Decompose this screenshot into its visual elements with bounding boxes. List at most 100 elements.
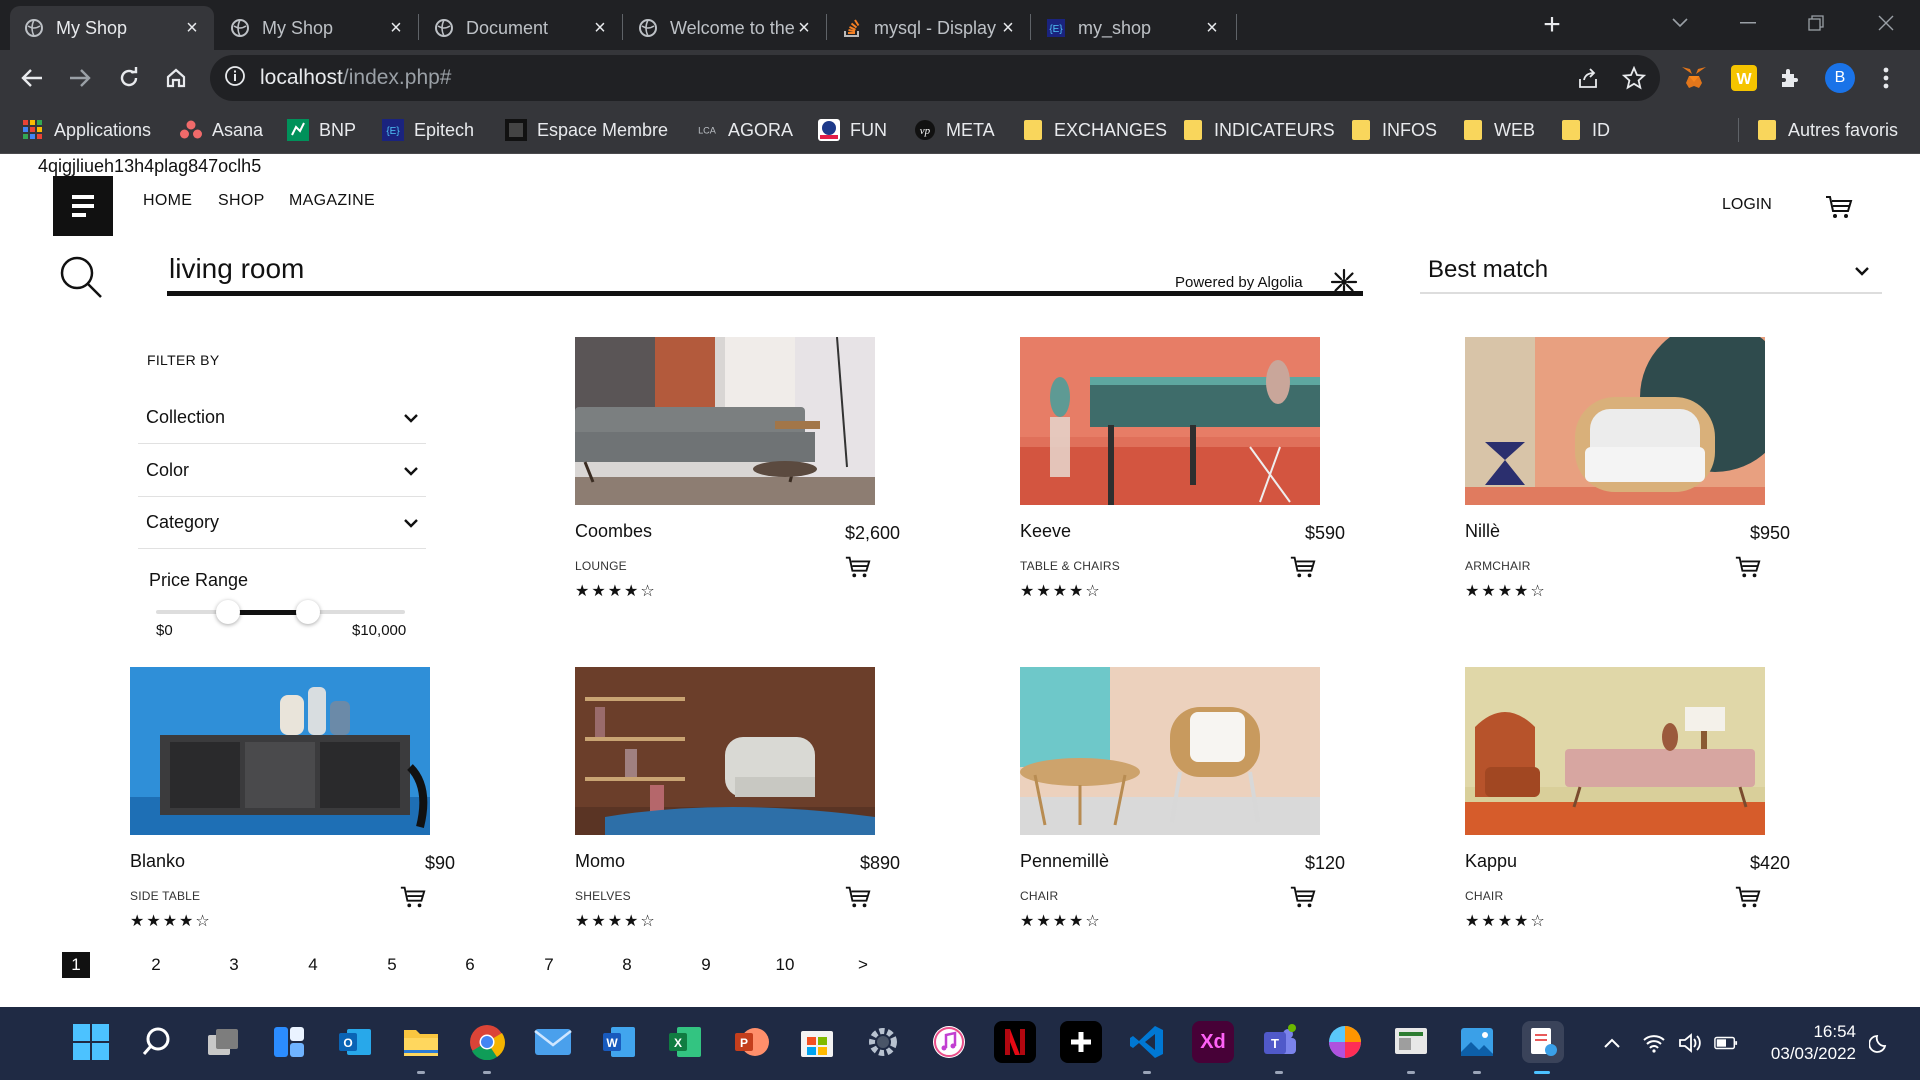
search-icon[interactable] bbox=[58, 254, 104, 300]
product-name[interactable]: Momo bbox=[575, 851, 625, 872]
mail-icon[interactable] bbox=[532, 1021, 574, 1063]
page-7[interactable]: 7 bbox=[534, 952, 564, 978]
screen-app-icon[interactable] bbox=[1390, 1021, 1432, 1063]
volume-icon[interactable] bbox=[1678, 1031, 1702, 1055]
bookmark-star-icon[interactable] bbox=[1618, 62, 1650, 94]
home-icon[interactable] bbox=[160, 62, 192, 94]
more-menu-icon[interactable] bbox=[1870, 62, 1902, 94]
add-to-cart-icon[interactable] bbox=[1289, 553, 1317, 581]
bookmark-meta[interactable]: vp META bbox=[914, 116, 995, 144]
metamask-icon[interactable] bbox=[1678, 62, 1710, 94]
moon-do-not-disturb-icon[interactable] bbox=[1868, 1031, 1892, 1055]
tab-welcome[interactable]: Welcome to the ad × bbox=[624, 6, 826, 50]
bookmark-web[interactable]: WEB bbox=[1462, 116, 1535, 144]
teams-icon[interactable]: T bbox=[1258, 1021, 1300, 1063]
product-card-kappu[interactable]: Kappu $420 CHAIR ★★★★☆ bbox=[1465, 667, 1790, 937]
bookmark-other-favorites[interactable]: Autres favoris bbox=[1756, 116, 1898, 144]
page-2[interactable]: 2 bbox=[141, 952, 171, 978]
add-to-cart-icon[interactable] bbox=[844, 553, 872, 581]
hamburger-menu-button[interactable] bbox=[53, 176, 113, 236]
settings-gear-icon[interactable] bbox=[862, 1021, 904, 1063]
task-view-icon[interactable] bbox=[202, 1021, 244, 1063]
bookmark-infos[interactable]: INFOS bbox=[1350, 116, 1437, 144]
color-app-icon[interactable] bbox=[1324, 1021, 1366, 1063]
widgets-icon[interactable] bbox=[268, 1021, 310, 1063]
netflix-icon[interactable] bbox=[994, 1021, 1036, 1063]
nav-magazine[interactable]: MAGAZINE bbox=[289, 192, 375, 210]
plus-app-icon[interactable] bbox=[1060, 1021, 1102, 1063]
powerpoint-icon[interactable]: P bbox=[730, 1021, 772, 1063]
bookmark-fun[interactable]: FUN bbox=[818, 116, 887, 144]
snipping-tool-icon[interactable] bbox=[1522, 1021, 1564, 1063]
bookmark-agora[interactable]: LCA AGORA bbox=[696, 116, 793, 144]
bookmark-applications[interactable]: Applications bbox=[22, 116, 151, 144]
extensions-puzzle-icon[interactable] bbox=[1774, 62, 1806, 94]
product-name[interactable]: Pennemillè bbox=[1020, 851, 1109, 872]
product-name[interactable]: Nillè bbox=[1465, 521, 1500, 542]
product-name[interactable]: Kappu bbox=[1465, 851, 1517, 872]
close-icon[interactable]: × bbox=[998, 17, 1018, 39]
product-card-pennemille[interactable]: Pennemillè $120 CHAIR ★★★★☆ bbox=[1020, 667, 1345, 937]
close-icon[interactable]: × bbox=[794, 17, 814, 39]
back-arrow-icon[interactable] bbox=[16, 62, 48, 94]
photos-icon[interactable] bbox=[1456, 1021, 1498, 1063]
windows-start-icon[interactable] bbox=[70, 1021, 112, 1063]
reload-icon[interactable] bbox=[113, 62, 145, 94]
product-card-coombes[interactable]: Coombes $2,600 LOUNGE ★★★★☆ bbox=[575, 337, 900, 607]
product-card-momo[interactable]: Momo $890 SHELVES ★★★★☆ bbox=[575, 667, 900, 937]
tab-my-shop-2[interactable]: My Shop × bbox=[216, 6, 418, 50]
product-image[interactable] bbox=[1020, 667, 1320, 835]
bookmark-epitech[interactable]: {E} Epitech bbox=[382, 116, 474, 144]
tab-my-shop-php[interactable]: {E} my_shop × bbox=[1032, 6, 1234, 50]
profile-avatar[interactable]: B bbox=[1824, 62, 1856, 94]
product-image[interactable] bbox=[575, 667, 875, 835]
bookmark-bnp[interactable]: BNP bbox=[287, 116, 356, 144]
price-min-handle[interactable] bbox=[216, 600, 241, 624]
product-image[interactable] bbox=[1465, 337, 1765, 505]
cart-icon[interactable] bbox=[1824, 192, 1854, 222]
filter-category[interactable]: Category bbox=[138, 497, 426, 549]
close-icon[interactable]: × bbox=[386, 17, 406, 39]
nav-shop[interactable]: SHOP bbox=[218, 192, 265, 210]
close-icon[interactable]: × bbox=[590, 17, 610, 39]
microsoft-store-icon[interactable] bbox=[796, 1021, 838, 1063]
page-5[interactable]: 5 bbox=[377, 952, 407, 978]
product-image[interactable] bbox=[130, 667, 430, 835]
product-name[interactable]: Blanko bbox=[130, 851, 185, 872]
page-1[interactable]: 1 bbox=[62, 952, 90, 978]
sort-select[interactable]: Best match bbox=[1420, 248, 1882, 294]
add-to-cart-icon[interactable] bbox=[844, 883, 872, 911]
product-image[interactable] bbox=[575, 337, 875, 505]
filter-collection[interactable]: Collection bbox=[138, 392, 426, 444]
close-window-icon[interactable] bbox=[1866, 8, 1906, 38]
excel-icon[interactable]: X bbox=[664, 1021, 706, 1063]
wifi-icon[interactable] bbox=[1642, 1031, 1666, 1055]
login-link[interactable]: LOGIN bbox=[1722, 196, 1772, 214]
word-icon[interactable]: W bbox=[598, 1021, 640, 1063]
w-extension-icon[interactable]: W bbox=[1728, 62, 1760, 94]
bookmark-exchanges[interactable]: EXCHANGES bbox=[1022, 116, 1167, 144]
bookmark-espace-membre[interactable]: Espace Membre bbox=[505, 116, 668, 144]
add-to-cart-icon[interactable] bbox=[1289, 883, 1317, 911]
bookmark-id[interactable]: ID bbox=[1560, 116, 1610, 144]
price-max-handle[interactable] bbox=[295, 600, 320, 624]
product-name[interactable]: Keeve bbox=[1020, 521, 1071, 542]
forward-arrow-icon[interactable] bbox=[64, 62, 96, 94]
page-10[interactable]: 10 bbox=[770, 952, 800, 978]
outlook-icon[interactable]: O bbox=[334, 1021, 376, 1063]
show-hidden-icons-chevron-icon[interactable] bbox=[1600, 1031, 1624, 1055]
tab-search-chevron-icon[interactable] bbox=[1660, 8, 1700, 38]
close-icon[interactable]: × bbox=[1202, 17, 1222, 39]
file-explorer-icon[interactable] bbox=[400, 1021, 442, 1063]
tab-my-shop-1[interactable]: My Shop × bbox=[10, 6, 214, 50]
restore-icon[interactable] bbox=[1796, 8, 1836, 38]
algolia-badge[interactable]: Powered by Algolia bbox=[1175, 267, 1359, 297]
product-card-nille[interactable]: Nillè $950 ARMCHAIR ★★★★☆ bbox=[1465, 337, 1790, 607]
system-clock[interactable]: 16:54 03/03/2022 bbox=[1752, 1021, 1856, 1065]
page-6[interactable]: 6 bbox=[455, 952, 485, 978]
add-to-cart-icon[interactable] bbox=[399, 883, 427, 911]
address-bar[interactable]: localhost/index.php# bbox=[210, 55, 1660, 101]
adobe-xd-icon[interactable]: Xd bbox=[1192, 1021, 1234, 1063]
bookmark-asana[interactable]: Asana bbox=[180, 116, 263, 144]
nav-home[interactable]: HOME bbox=[143, 192, 192, 210]
